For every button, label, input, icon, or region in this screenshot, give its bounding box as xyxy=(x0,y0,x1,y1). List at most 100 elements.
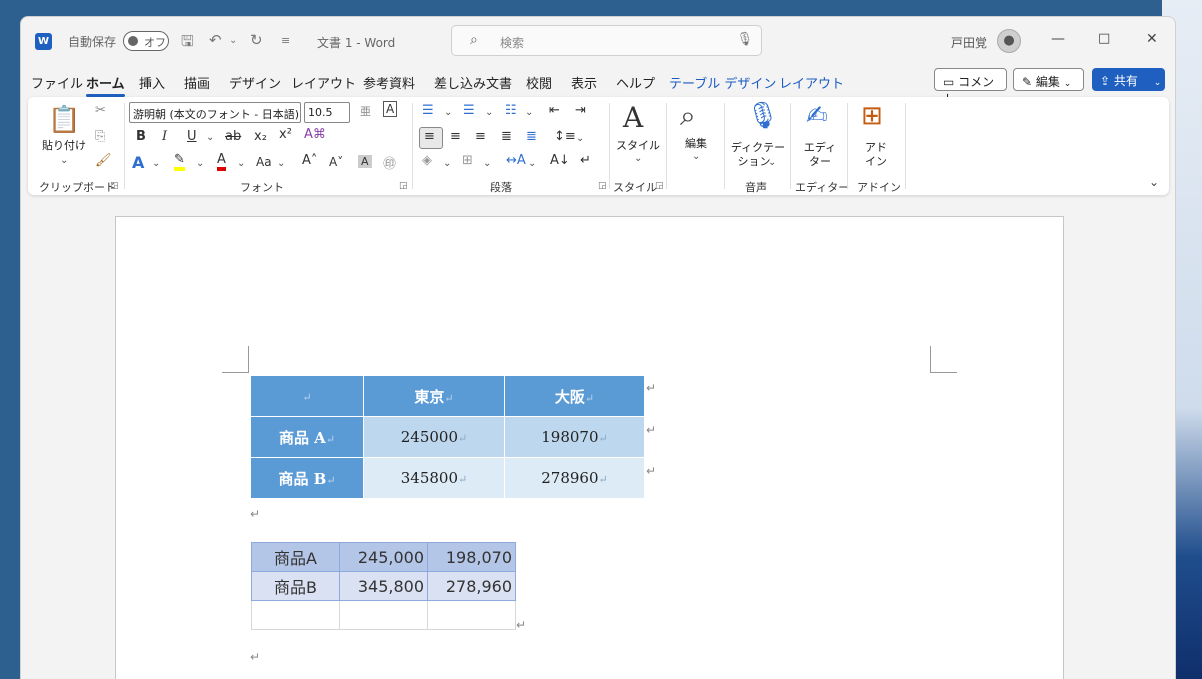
edit-mode-button[interactable]: ✎ 編集 ⌄ xyxy=(1013,68,1084,91)
grow-font-icon[interactable]: A˄ xyxy=(302,153,317,168)
font-launcher-icon[interactable]: ◲ xyxy=(399,181,408,191)
font-name-select[interactable]: 游明朝 (本文のフォント - 日本語) xyxy=(129,102,301,123)
styles-dropdown-icon[interactable]: ⌄ xyxy=(634,153,642,164)
paste-label[interactable]: 貼り付け xyxy=(40,139,88,153)
align-center-icon[interactable]: ≡ xyxy=(450,129,461,144)
save-icon[interactable]: 🖫 xyxy=(181,31,194,56)
font-color-dropdown-icon[interactable]: ⌄ xyxy=(237,158,245,169)
table-cell[interactable]: 245000↵ xyxy=(363,416,505,458)
text-effects-icon[interactable]: A xyxy=(132,153,144,172)
microphone-icon[interactable]: 🎙 xyxy=(736,32,753,47)
table-cell[interactable]: 198,070 xyxy=(427,542,516,572)
table-cell[interactable]: 商品A xyxy=(251,542,340,572)
enclosed-character-icon[interactable]: A xyxy=(383,101,398,117)
minimize-icon[interactable]: — xyxy=(1051,31,1065,47)
document-page[interactable]: ↵ 東京↵ 大阪↵ 商品 A↵ 245000↵ 198070↵ 商品 B↵ 34… xyxy=(115,216,1064,679)
tab-mailings[interactable]: 差し込み文書 xyxy=(434,73,512,92)
undo-dropdown-icon[interactable]: ⌄ xyxy=(229,35,237,46)
undo-icon[interactable]: ↶ xyxy=(209,31,222,49)
asian-layout-dropdown-icon[interactable]: ⌄ xyxy=(528,158,536,169)
tab-file[interactable]: ファイル xyxy=(31,73,83,92)
change-case-dropdown-icon[interactable]: ⌄ xyxy=(277,158,285,169)
character-shading-icon[interactable]: A xyxy=(358,155,372,168)
table-cell[interactable] xyxy=(427,600,516,630)
tab-draw[interactable]: 描画 xyxy=(184,73,210,92)
addins-label-line2[interactable]: イン xyxy=(852,155,900,169)
tab-review[interactable]: 校閲 xyxy=(526,73,552,92)
bullets-dropdown-icon[interactable]: ⌄ xyxy=(444,107,452,118)
comment-button[interactable]: ▭ コメント xyxy=(934,68,1007,106)
table-cell[interactable] xyxy=(339,600,428,630)
table-cell[interactable]: 東京↵ xyxy=(363,375,505,417)
table-cell[interactable]: 商品 B↵ xyxy=(250,457,364,499)
highlight-dropdown-icon[interactable]: ⌄ xyxy=(196,158,204,169)
paragraph-launcher-icon[interactable]: ◲ xyxy=(598,181,607,191)
shading-dropdown-icon[interactable]: ⌄ xyxy=(443,158,451,169)
change-case-icon[interactable]: Aa xyxy=(256,155,272,169)
clear-formatting-icon[interactable]: A⌘ xyxy=(304,127,326,142)
shrink-font-icon[interactable]: A˅ xyxy=(329,155,343,169)
addins-icon[interactable]: ⊞ xyxy=(861,101,883,131)
styles-button-label[interactable]: スタイル xyxy=(612,139,664,153)
table-cell[interactable]: 198070↵ xyxy=(504,416,645,458)
editor-label-line1[interactable]: エディ xyxy=(796,141,844,155)
table-tokyo-osaka[interactable]: ↵ 東京↵ 大阪↵ 商品 A↵ 245000↵ 198070↵ 商品 B↵ 34… xyxy=(250,375,645,499)
multilevel-list-icon[interactable]: ☷ xyxy=(505,103,517,118)
tab-help[interactable]: ヘルプ xyxy=(616,73,655,92)
search-input[interactable]: ⌕ 検索 🎙 xyxy=(451,25,762,56)
dictation-label-line1[interactable]: ディクテー xyxy=(730,141,786,155)
font-color-icon[interactable]: A xyxy=(217,153,226,171)
cut-icon[interactable]: ✂ xyxy=(95,103,106,118)
customize-qat-icon[interactable]: ≡ xyxy=(281,34,290,47)
editing-button-label[interactable]: 編集 xyxy=(672,137,720,151)
table-cell[interactable]: 商品 A↵ xyxy=(250,416,364,458)
table-cell[interactable]: 大阪↵ xyxy=(504,375,645,417)
dictation-dropdown-icon[interactable]: ⌄ xyxy=(768,157,776,168)
editor-icon[interactable]: ✍ xyxy=(806,101,828,131)
tab-layout[interactable]: レイアウト xyxy=(291,73,356,92)
highlight-icon[interactable]: ✎ xyxy=(174,153,185,171)
editing-dropdown-icon[interactable]: ⌄ xyxy=(692,151,700,162)
clipboard-launcher-icon[interactable]: ◲ xyxy=(110,181,119,191)
tab-table-design[interactable]: テーブル デザイン xyxy=(669,73,776,92)
text-effects-dropdown-icon[interactable]: ⌄ xyxy=(152,158,160,169)
align-left-icon[interactable]: ≡ xyxy=(424,129,435,144)
align-right-icon[interactable]: ≡ xyxy=(475,129,486,144)
tab-table-layout[interactable]: レイアウト xyxy=(779,73,844,92)
decrease-indent-icon[interactable]: ⇤ xyxy=(549,103,560,118)
tab-insert[interactable]: 挿入 xyxy=(139,73,165,92)
table-cell[interactable]: 278960↵ xyxy=(504,457,645,499)
table-cell[interactable]: 245,000 xyxy=(339,542,428,572)
multilevel-dropdown-icon[interactable]: ⌄ xyxy=(525,107,533,118)
table-cell[interactable]: 商品B xyxy=(251,571,340,601)
bullets-icon[interactable]: ☰ xyxy=(422,103,434,118)
numbering-dropdown-icon[interactable]: ⌄ xyxy=(485,107,493,118)
close-icon[interactable]: ✕ xyxy=(1146,31,1158,47)
copy-icon[interactable]: ⎘ xyxy=(95,129,105,144)
redo-icon[interactable]: ↻ xyxy=(250,31,263,49)
tab-references[interactable]: 参考資料 xyxy=(363,73,415,92)
numbering-icon[interactable]: ☰ xyxy=(463,103,475,118)
strikethrough-icon[interactable]: ab xyxy=(225,129,241,144)
tab-home[interactable]: ホーム xyxy=(86,73,125,97)
phonetic-guide-icon[interactable]: ㊞ xyxy=(383,153,396,172)
show-marks-icon[interactable]: ↵ xyxy=(580,153,591,168)
dictation-icon[interactable]: 🎙 xyxy=(746,101,779,131)
autosave-toggle[interactable]: オフ xyxy=(123,31,169,51)
find-icon[interactable]: ⌕ xyxy=(680,99,696,133)
tab-design[interactable]: デザイン xyxy=(229,73,281,92)
borders-dropdown-icon[interactable]: ⌄ xyxy=(483,158,491,169)
table-cell[interactable]: 278,960 xyxy=(427,571,516,601)
tab-view[interactable]: 表示 xyxy=(571,73,597,92)
styles-icon[interactable]: A xyxy=(623,101,643,134)
underline-icon[interactable]: U xyxy=(187,129,197,144)
table-cell[interactable]: ↵ xyxy=(250,375,364,417)
maximize-icon[interactable]: □ xyxy=(1098,31,1110,46)
ruby-icon[interactable]: 亜 xyxy=(360,103,371,119)
subscript-icon[interactable]: x₂ xyxy=(254,129,267,144)
font-size-select[interactable]: 10.5 xyxy=(304,102,350,123)
user-name[interactable]: 戸田覚 xyxy=(951,34,987,51)
sort-icon[interactable]: A↓ xyxy=(550,153,570,168)
italic-icon[interactable]: I xyxy=(162,129,167,144)
styles-launcher-icon[interactable]: ◲ xyxy=(655,181,664,191)
